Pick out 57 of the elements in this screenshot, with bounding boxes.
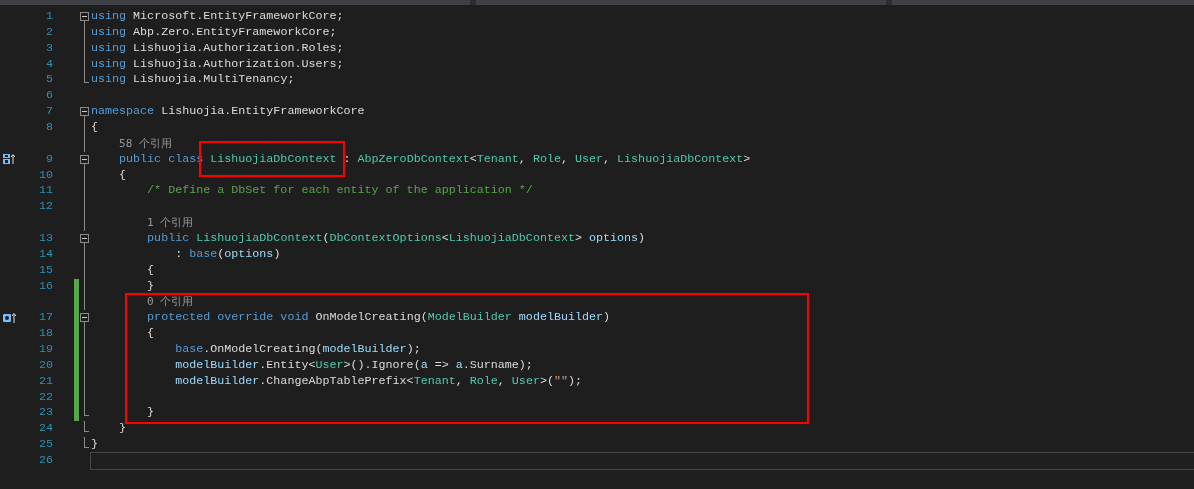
reference-count[interactable]: 58 个引用 — [119, 135, 172, 152]
collapse-icon[interactable] — [80, 313, 89, 323]
line-number: 7 — [45, 104, 53, 120]
code-line: base.OnModelCreating(modelBuilder); — [174, 342, 421, 358]
code-line: : base(options) — [174, 246, 281, 263]
gutter-arrow-icon[interactable] — [3, 313, 16, 324]
collapse-icon[interactable] — [80, 12, 89, 21]
line-number: 8 — [45, 120, 53, 136]
reference-count[interactable]: 1 个引用 — [147, 215, 194, 232]
code-line: protected override void OnModelCreating(ModelBuilder modelBuilder) — [146, 310, 611, 327]
collapse-icon[interactable] — [80, 234, 89, 244]
line-number: 23 — [37, 405, 53, 422]
line-number: 24 — [37, 421, 53, 438]
code-line: } — [146, 405, 155, 422]
code-line: using Lishuojia.Authorization.Roles; — [91, 40, 344, 57]
line-number: 22 — [37, 389, 53, 406]
line-number: 4 — [45, 56, 53, 73]
line-number: 6 — [45, 88, 53, 105]
code-line: { — [118, 167, 127, 184]
code-line: using Microsoft.EntityFrameworkCore; — [91, 9, 344, 25]
code-line: { — [146, 262, 155, 279]
code-line: using Abp.Zero.EntityFrameworkCore; — [91, 24, 337, 41]
line-number: 17 — [37, 310, 53, 327]
line-number: 14 — [37, 246, 53, 263]
code-line: { — [146, 326, 155, 343]
code-line: namespace Lishuojia.EntityFrameworkCore — [91, 104, 365, 120]
line-number: 1 — [45, 9, 53, 25]
code-line: public LishuojiaDbContext(DbContextOptions<LishuojiaDbContext> options) — [146, 231, 646, 247]
gutter-arrow-icon[interactable] — [3, 154, 15, 166]
reference-count[interactable]: 0 个引用 — [147, 294, 194, 311]
line-number: 19 — [37, 342, 53, 358]
line-number: 12 — [37, 199, 53, 216]
line-number: 5 — [45, 72, 53, 89]
code-line: } — [146, 278, 155, 295]
line-number: 9 — [45, 151, 53, 168]
line-number: 15 — [37, 262, 53, 279]
code-line: { — [91, 120, 98, 136]
code-line: /* Define a DbSet for each entity of the application */ — [146, 183, 533, 200]
line-number: 10 — [37, 167, 53, 184]
code-line: modelBuilder.ChangeAbpTablePrefix<Tenant, Role, User>(""); — [174, 373, 582, 390]
line-number: 16 — [37, 278, 53, 295]
line-number: 21 — [37, 373, 53, 390]
line-number: 13 — [37, 231, 53, 247]
code-line: } — [91, 437, 98, 454]
line-number: 25 — [37, 437, 53, 454]
code-line: using Lishuojia.Authorization.Users; — [91, 56, 344, 73]
collapse-icon[interactable] — [80, 154, 89, 164]
line-number: 3 — [45, 40, 53, 57]
code-line: } — [118, 421, 127, 438]
line-number: 18 — [37, 326, 53, 343]
code-line: modelBuilder.Entity<User>().Ignore(a => a.Surname); — [174, 357, 533, 374]
collapse-icon[interactable] — [80, 107, 89, 117]
line-number: 11 — [37, 183, 53, 200]
line-number: 20 — [37, 357, 53, 374]
line-number: 2 — [45, 24, 53, 41]
code-line: using Lishuojia.MultiTenancy; — [91, 72, 295, 89]
line-number: 26 — [37, 453, 53, 469]
